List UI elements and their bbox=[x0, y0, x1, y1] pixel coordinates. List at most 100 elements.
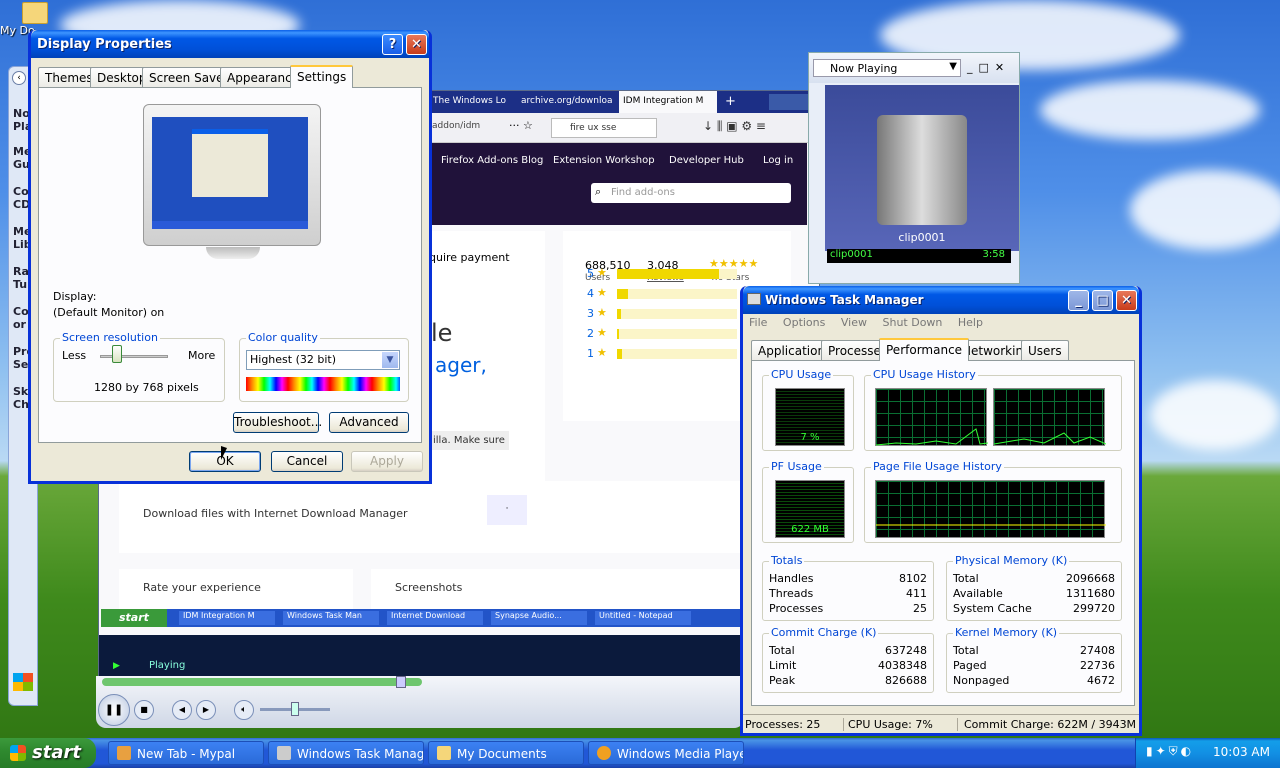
menu-shutdown[interactable]: Shut Down bbox=[882, 316, 942, 329]
menu-help[interactable]: Help bbox=[958, 316, 983, 329]
screenshots-text: Screenshots bbox=[395, 581, 463, 594]
nav-link[interactable]: Extension Workshop bbox=[553, 155, 655, 166]
row-label: Threads bbox=[769, 587, 814, 600]
nav-link[interactable]: Log in bbox=[763, 155, 793, 166]
row-label: Paged bbox=[953, 659, 987, 672]
taskbar-item-my-documents[interactable]: My Documents bbox=[428, 741, 584, 765]
taskbar-item-media-player[interactable]: Windows Media Player bbox=[588, 741, 744, 765]
pf-history-label: Page File Usage History bbox=[871, 460, 1004, 473]
start-button[interactable]: start bbox=[0, 738, 96, 768]
taskbar-item-mypal[interactable]: New Tab - Mypal bbox=[108, 741, 264, 765]
cpu-history-line-2 bbox=[993, 432, 1107, 445]
inner-taskbar-item[interactable]: Synapse Audio... bbox=[491, 611, 587, 625]
taskbar-item-label: Windows Media Player bbox=[617, 747, 744, 761]
rating-number[interactable]: 2 bbox=[587, 327, 594, 340]
display-properties-titlebar[interactable]: Display Properties ? ✕ bbox=[31, 30, 429, 58]
rating-bar-fill bbox=[617, 289, 628, 299]
commit-peak-row: Peak 826688 bbox=[769, 674, 927, 689]
pause-button[interactable]: ❚❚ bbox=[98, 694, 130, 726]
next-button[interactable]: ▶ bbox=[196, 700, 216, 720]
screen-resolution-group: Screen resolution Less More 1280 by 768 … bbox=[53, 331, 225, 402]
taskbar-item-task-manager[interactable]: Windows Task Manager bbox=[268, 741, 424, 765]
rating-number[interactable]: 4 bbox=[587, 287, 594, 300]
color-quality-select[interactable]: Highest (32 bit) ▼ bbox=[246, 350, 400, 370]
display-properties-window: Display Properties ? ✕ Themes Desktop Sc… bbox=[28, 30, 432, 484]
maximize-button[interactable]: □ bbox=[1092, 290, 1113, 311]
browser-tab[interactable]: The Windows Lo bbox=[429, 91, 509, 113]
color-quality-value: Highest (32 bit) bbox=[250, 353, 337, 366]
payment-note: quire payment bbox=[429, 251, 510, 264]
url-bar[interactable]: /addon/idm bbox=[429, 121, 480, 131]
pf-history-graph bbox=[875, 480, 1106, 538]
row-label: Handles bbox=[769, 572, 814, 585]
preview-taskbar bbox=[152, 221, 308, 229]
find-addons-placeholder: Find add-ons bbox=[611, 187, 675, 198]
seek-bar[interactable] bbox=[102, 678, 422, 686]
cancel-button[interactable]: Cancel bbox=[271, 451, 343, 472]
rating-bar bbox=[617, 349, 737, 359]
inner-taskbar-item[interactable]: Untitled - Notepad bbox=[595, 611, 691, 625]
download-button[interactable]: · bbox=[487, 495, 527, 525]
tray-icons[interactable]: ▮✦⛨◐ bbox=[1146, 744, 1194, 759]
rating-number[interactable]: 5 bbox=[587, 267, 594, 280]
find-addons-input[interactable]: ⌕ Find add-ons bbox=[591, 183, 791, 203]
apply-button[interactable]: Apply bbox=[351, 451, 423, 472]
task-manager-titlebar[interactable]: Windows Task Manager _ □ ✕ bbox=[743, 286, 1139, 314]
taskmgr-app-icon bbox=[747, 293, 761, 305]
resolution-value: 1280 by 768 pixels bbox=[94, 381, 199, 394]
menu-options[interactable]: Options bbox=[783, 316, 825, 329]
resolution-slider-thumb[interactable] bbox=[112, 345, 122, 363]
cpu-history-label: CPU Usage History bbox=[871, 368, 978, 381]
menu-view[interactable]: View bbox=[841, 316, 867, 329]
row-value: 8102 bbox=[899, 572, 927, 585]
tab-users[interactable]: Users bbox=[1021, 340, 1069, 360]
wmp-window-buttons[interactable]: _□✕ bbox=[967, 61, 1010, 74]
toolbar-icons[interactable]: ↓ ⫼ ▣ ⚙ ≡ bbox=[703, 119, 766, 134]
playing-label: Playing bbox=[149, 660, 186, 671]
rating-number[interactable]: 1 bbox=[587, 347, 594, 360]
volume-thumb[interactable] bbox=[291, 702, 299, 716]
now-playing-dropdown[interactable]: Now Playing ▼ bbox=[813, 59, 961, 77]
color-quality-label: Color quality bbox=[246, 331, 320, 344]
totals-processes-row: Processes 25 bbox=[769, 602, 927, 617]
browser-tab-active[interactable]: IDM Integration M bbox=[619, 91, 717, 113]
inner-taskbar-item[interactable]: Windows Task Man bbox=[283, 611, 379, 625]
tab-performance[interactable]: Performance bbox=[879, 338, 970, 361]
previous-button[interactable]: ◀ bbox=[172, 700, 192, 720]
tab-settings[interactable]: Settings bbox=[290, 65, 354, 88]
inner-start-button[interactable]: start bbox=[101, 609, 167, 627]
inner-taskbar-item[interactable]: IDM Integration M bbox=[179, 611, 275, 625]
close-button[interactable]: ✕ bbox=[1116, 290, 1137, 311]
collapse-icon[interactable]: ‹ bbox=[12, 71, 26, 85]
seek-thumb[interactable] bbox=[396, 676, 406, 688]
nav-link[interactable]: Developer Hub bbox=[669, 155, 744, 166]
search-box[interactable]: fire ux sse bbox=[551, 118, 657, 138]
browser-tab[interactable]: archive.org/download bbox=[517, 91, 613, 113]
more-label: More bbox=[188, 349, 216, 362]
stop-button[interactable]: ■ bbox=[134, 700, 154, 720]
new-tab-icon[interactable]: + bbox=[725, 94, 736, 109]
settings-panel: Display: (Default Monitor) on Screen res… bbox=[38, 87, 422, 443]
start-label: start bbox=[32, 742, 81, 763]
help-button[interactable]: ? bbox=[382, 34, 403, 55]
advanced-button[interactable]: Advanced bbox=[329, 412, 409, 433]
status-cpu: CPU Usage: 7% bbox=[843, 718, 933, 731]
minimize-button[interactable]: _ bbox=[1068, 290, 1089, 311]
resolution-slider-track[interactable] bbox=[100, 355, 168, 358]
menu-file[interactable]: File bbox=[749, 316, 767, 329]
inner-taskbar-item[interactable]: Internet Download bbox=[387, 611, 483, 625]
close-button[interactable]: ✕ bbox=[406, 34, 427, 55]
page-actions-icon[interactable]: ··· ☆ bbox=[509, 119, 533, 132]
nav-link[interactable]: Firefox Add-ons Blog bbox=[441, 155, 543, 166]
now-playing-label: Now Playing bbox=[830, 62, 898, 75]
troubleshoot-button[interactable]: Troubleshoot... bbox=[233, 412, 322, 433]
rating-number[interactable]: 3 bbox=[587, 307, 594, 320]
cpu-usage-value: 7 % bbox=[800, 432, 820, 443]
cpu-usage-group: CPU Usage 7 % bbox=[762, 368, 854, 451]
star-icon: ★ bbox=[597, 306, 607, 319]
row-label: Total bbox=[953, 644, 979, 657]
mute-icon[interactable]: 🔈︎ bbox=[234, 700, 254, 720]
taskbar-item-label: Windows Task Manager bbox=[297, 747, 424, 761]
media-player-icon bbox=[597, 746, 611, 760]
row-label: Peak bbox=[769, 674, 796, 687]
